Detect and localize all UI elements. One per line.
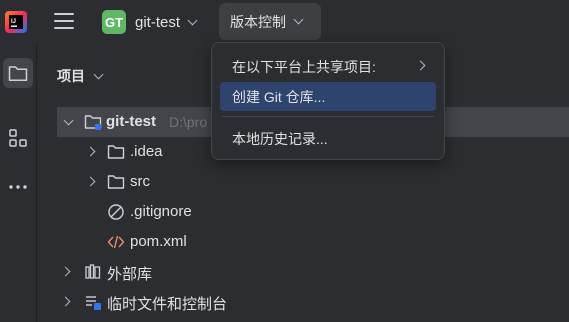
intellij-idea-logo-icon[interactable]: IJ xyxy=(4,10,28,34)
project-selector[interactable]: GT git-test xyxy=(96,5,202,39)
tree-label: .gitignore xyxy=(130,203,192,220)
ignored-file-icon xyxy=(108,204,124,220)
structure-tool-button[interactable] xyxy=(3,123,33,153)
project-panel-header[interactable]: 项目 xyxy=(57,66,104,86)
hamburger-menu-icon[interactable] xyxy=(54,13,74,31)
tool-window-sidebar xyxy=(0,44,37,322)
folder-icon xyxy=(8,66,28,81)
tree-row-scratches[interactable]: 临时文件和控制台 xyxy=(57,287,569,317)
vcs-menu-button[interactable]: 版本控制 xyxy=(219,3,321,40)
project-name: git-test xyxy=(135,13,181,31)
svg-text:IJ: IJ xyxy=(11,19,16,25)
menu-item-label: 创建 Git 仓库... xyxy=(232,88,326,105)
project-tool-button[interactable] xyxy=(3,58,33,88)
folder-icon xyxy=(107,175,125,189)
tree-label: .idea xyxy=(130,143,163,160)
chevron-down-icon[interactable] xyxy=(63,115,74,126)
tree-label: src xyxy=(130,173,150,190)
library-icon xyxy=(85,264,101,279)
menu-item-local-history[interactable]: 本地历史记录... xyxy=(220,124,436,153)
tree-label: 外部库 xyxy=(107,266,153,283)
module-folder-icon xyxy=(84,115,102,130)
chevron-right-icon[interactable] xyxy=(85,176,96,187)
menu-item-label: 本地历史记录... xyxy=(232,130,328,147)
menu-item-label: 在以下平台上共享项目: xyxy=(232,58,376,75)
menu-item-create-git-repo[interactable]: 创建 Git 仓库... xyxy=(220,82,436,111)
chevron-down-icon xyxy=(93,69,104,79)
chevron-down-icon xyxy=(187,15,198,25)
tree-label: git-test xyxy=(106,113,156,130)
scratches-icon xyxy=(86,296,101,310)
menu-separator xyxy=(222,116,434,117)
tree-row-external-libraries[interactable]: 外部库 xyxy=(57,257,569,287)
tree-row-src[interactable]: src xyxy=(57,167,569,197)
tree-row-pom-xml[interactable]: pom.xml xyxy=(57,227,569,257)
tree-label: pom.xml xyxy=(130,233,187,250)
chevron-right-icon xyxy=(415,60,426,71)
vcs-menu-label: 版本控制 xyxy=(230,13,286,30)
chevron-down-icon xyxy=(293,14,304,25)
vcs-dropdown-menu: 在以下平台上共享项目: 创建 Git 仓库... 本地历史记录... xyxy=(211,42,445,160)
menu-item-share-project[interactable]: 在以下平台上共享项目: xyxy=(220,52,436,81)
panel-title: 项目 xyxy=(57,68,85,84)
chevron-right-icon[interactable] xyxy=(60,296,71,307)
more-tools-button[interactable] xyxy=(3,172,33,202)
more-icon xyxy=(9,185,27,189)
chevron-right-icon[interactable] xyxy=(85,146,96,157)
tree-path: D:\pro xyxy=(169,114,208,130)
title-bar: IJ GT git-test 版本控制 xyxy=(0,0,569,44)
folder-icon xyxy=(107,145,125,159)
tree-row-gitignore[interactable]: .gitignore xyxy=(57,197,569,227)
tree-label: 临时文件和控制台 xyxy=(107,296,228,313)
structure-icon xyxy=(9,129,27,147)
project-avatar: GT xyxy=(102,10,126,34)
xml-file-icon xyxy=(107,235,125,249)
chevron-right-icon[interactable] xyxy=(60,266,71,277)
